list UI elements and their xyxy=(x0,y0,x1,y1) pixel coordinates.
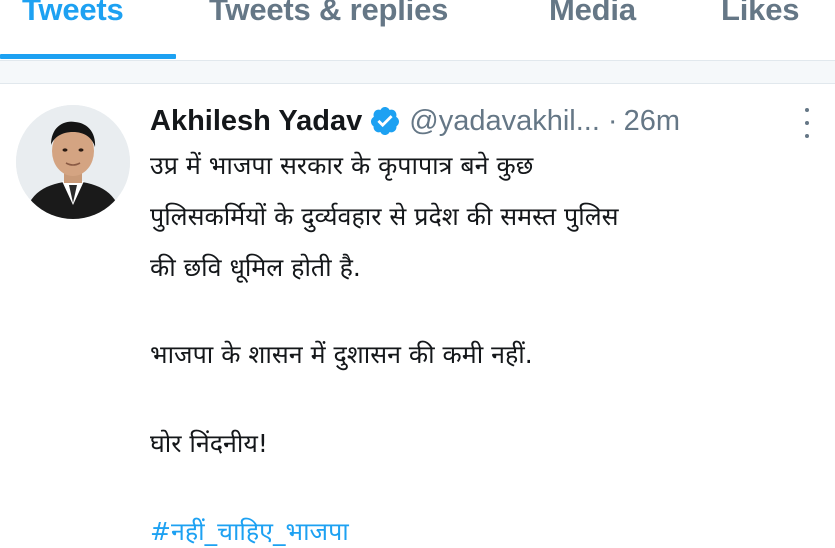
hashtag-link[interactable]: #नहीं_चाहिए_भाजपा xyxy=(150,514,349,548)
tab-media[interactable]: Media xyxy=(549,0,636,28)
tweet-timestamp[interactable]: 26m xyxy=(624,105,680,138)
author-name[interactable]: Akhilesh Yadav xyxy=(150,105,362,138)
more-vertical-icon[interactable] xyxy=(800,108,814,138)
timeline-separator xyxy=(0,61,835,84)
tweet-text-line: पुलिसकर्मियों के दुर्व्यवहार से प्रदेश क… xyxy=(150,202,619,231)
tweet-header: Akhilesh Yadav @yadavakhil... · 26m xyxy=(150,101,680,141)
active-tab-indicator xyxy=(0,54,176,59)
tab-tweets[interactable]: Tweets xyxy=(22,0,124,28)
tab-likes[interactable]: Likes xyxy=(721,0,799,28)
profile-tabs: Tweets Tweets & replies Media Likes xyxy=(0,0,835,61)
tab-tweets-and-replies[interactable]: Tweets & replies xyxy=(209,0,448,28)
verified-badge-icon xyxy=(369,105,401,137)
tweet[interactable]: Akhilesh Yadav @yadavakhil... · 26m उप्र… xyxy=(0,84,835,547)
tweet-text-line: उप्र में भाजपा सरकार के कृपापात्र बने कु… xyxy=(150,151,534,180)
avatar-image xyxy=(16,105,130,219)
tweet-text-line: भाजपा के शासन में दुशासन की कमी नहीं. xyxy=(150,340,533,369)
tweet-text-line: की छवि धूमिल होती है. xyxy=(150,253,361,282)
author-handle[interactable]: @yadavakhil... xyxy=(409,105,600,138)
tweet-text-line: घोर निंदनीय! xyxy=(150,429,268,458)
avatar[interactable] xyxy=(16,105,130,219)
header-separator: · xyxy=(607,104,618,137)
